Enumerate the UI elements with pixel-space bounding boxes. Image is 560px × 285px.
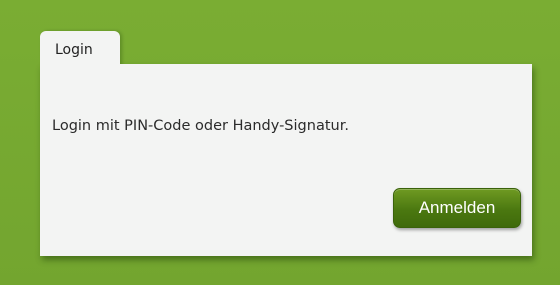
- tab-label: Login: [55, 42, 93, 58]
- login-button[interactable]: Anmelden: [393, 188, 521, 228]
- login-message: Login mit PIN-Code oder Handy-Signatur.: [52, 118, 349, 134]
- tab-login[interactable]: Login: [40, 31, 120, 67]
- login-panel: Login mit PIN-Code oder Handy-Signatur. …: [40, 64, 532, 256]
